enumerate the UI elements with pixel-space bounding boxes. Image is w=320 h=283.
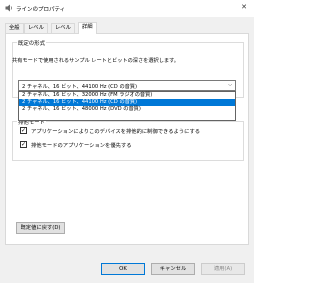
tab-levels[interactable]: レベル (51, 23, 75, 33)
exclusive-priority-checkbox[interactable]: ✓ (20, 141, 27, 148)
default-format-title: 既定の形式 (17, 39, 46, 47)
format-select[interactable]: 2 チャネル、16 ビット、44100 Hz (CD の音質) ⌵ (18, 80, 236, 91)
allow-exclusive-label: アプリケーションによりこのデバイスを排他的に制御できるようにする (31, 129, 201, 135)
cancel-button[interactable]: キャンセル (151, 263, 195, 275)
allow-exclusive-checkbox[interactable]: ✓ (20, 127, 27, 134)
advanced-panel: 既定の形式 排他モード 既定値に戻す(D) (5, 33, 249, 245)
format-option[interactable]: 2 チャネル、16 ビット、48000 Hz (DVD の音質) (19, 106, 235, 113)
chevron-down-icon: ⌵ (228, 82, 232, 88)
tab-listen[interactable]: レベル (24, 23, 48, 33)
title-bar: ラインのプロパティ ✕ (0, 0, 254, 17)
default-format-description: 共有モードで使用されるサンプル レートとビットの深さを選択します。 (12, 58, 179, 64)
apply-button[interactable]: 適用(A) (201, 263, 245, 275)
tab-general[interactable]: 全般 (5, 23, 24, 33)
window-title: ラインのプロパティ (16, 7, 66, 13)
restore-defaults-button[interactable]: 既定値に戻す(D) (16, 222, 65, 234)
tab-advanced[interactable]: 詳細 (78, 22, 97, 34)
speaker-icon (5, 4, 12, 12)
format-select-value: 2 チャネル、16 ビット、44100 Hz (CD の音質) (22, 84, 138, 90)
format-dropdown-list: 2 チャネル、16 ビット、32000 Hz (FM ラジオの音質) 2 チャネ… (18, 91, 236, 121)
ok-button[interactable]: OK (101, 263, 145, 275)
dialog-body: 全般 レベル レベル 詳細 既定の形式 排他モード 既定値に戻す(D) 共有モー… (0, 17, 254, 283)
exclusive-priority-label: 排他モードのアプリケーションを優先する (31, 143, 132, 149)
close-icon[interactable]: ✕ (241, 3, 247, 11)
